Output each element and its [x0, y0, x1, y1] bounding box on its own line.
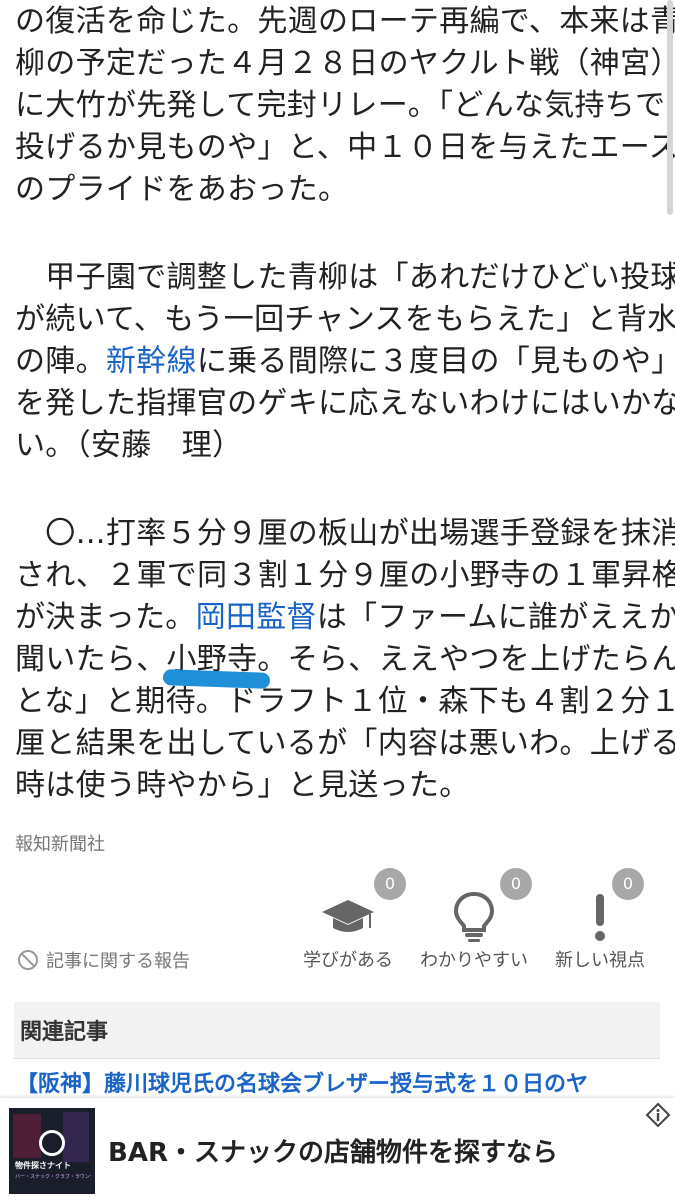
reaction-understand-button[interactable]: 0 わかりやすい	[414, 866, 534, 976]
ad-thumbnail: 物件探さナイト バー・スナック・クラブ・ラウンジ ナイト店舗物件お探しの方、必見…	[9, 1108, 95, 1194]
article-text: に乗る間際に３度目の「見ものや」	[196, 344, 675, 379]
reaction-count-badge: 0	[374, 868, 406, 900]
article-line: 聞いたら、小野寺。そら、ええやつを上げたらん	[15, 642, 675, 677]
article-text: が決まった。	[15, 600, 196, 635]
logo-icon	[39, 1130, 65, 1156]
article-line: の復活を命じた。先週のローテ再編で、本来は青	[15, 4, 675, 39]
article-line: 甲子園で調整した青柳は「あれだけひどい投球	[15, 260, 675, 295]
prohibited-icon	[18, 950, 38, 970]
ad-thumb-subtitle: バー・スナック・クラブ・ラウンジ ナイト店舗物件お探しの方、必見!	[15, 1174, 91, 1180]
reaction-count-badge: 0	[500, 868, 532, 900]
reaction-learn-button[interactable]: 0 学びがある	[288, 866, 408, 976]
article-line: を発した指揮官のゲキに応えないわけにはいかな	[15, 386, 675, 421]
reaction-label: わかりやすい	[420, 950, 528, 971]
article-line: が続いて、もう一回チャンスをもらえた」と背水	[15, 302, 675, 337]
article-line: 〇…打率５分９厘の板山が出場選手登録を抹消	[15, 516, 675, 551]
article-line: 時は使う時やから」と見送った。	[15, 768, 470, 803]
article-line: され、２軍で同３割１分９厘の小野寺の１軍昇格	[15, 558, 675, 593]
source-label: 報知新聞社	[15, 834, 105, 855]
article-text: の陣。	[15, 344, 106, 379]
article-line: とな」と期待。ドラフト１位・森下も４割２分１	[15, 684, 675, 719]
reaction-new-view-button[interactable]: 0 新しい視点	[540, 866, 660, 976]
article-line: 柳の予定だった４月２８日のヤクルト戦（神宮）	[15, 46, 675, 81]
link-okada-manager[interactable]: 岡田監督	[196, 600, 317, 635]
related-articles-title: 関連記事	[20, 1020, 109, 1045]
ad-title: BAR・スナックの店舗物件を探すなら	[108, 1138, 558, 1168]
article-text: は「ファームに誰がええか	[316, 600, 675, 635]
article-line: 厘と結果を出しているが「内容は悪いわ。上げる	[15, 726, 675, 761]
article-line: に大竹が先発して完封リレー。「どんな気持ちで	[15, 88, 666, 123]
reaction-label: 学びがある	[303, 950, 393, 971]
link-shinkansen[interactable]: 新幹線	[106, 344, 197, 379]
reaction-label: 新しい視点	[555, 950, 645, 971]
report-link[interactable]: 記事に関する報告	[16, 944, 190, 976]
reaction-count-badge: 0	[612, 868, 644, 900]
article-line: い。（安藤 理）	[15, 428, 243, 463]
ad-info-icon[interactable]	[645, 1102, 671, 1128]
report-label: 記事に関する報告	[46, 951, 190, 972]
article-line: のプライドをあおった。	[15, 172, 349, 207]
graduation-cap-icon	[322, 900, 374, 932]
related-articles-header: 関連記事	[14, 1002, 660, 1059]
article-line: 投げるか見ものや」と、中１０日を与えたエース	[15, 130, 675, 165]
ad-banner[interactable]: 物件探さナイト バー・スナック・クラブ・ラウンジ ナイト店舗物件お探しの方、必見…	[0, 1098, 675, 1200]
scrollbar[interactable]	[667, 0, 673, 215]
ad-thumb-title: 物件探さナイト	[15, 1161, 71, 1170]
related-article-link[interactable]: 【阪神】藤川球児氏の名球会ブレザー授与式を１０日のヤ	[16, 1066, 675, 1098]
article-line: の陣。新幹線に乗る間際に３度目の「見ものや」	[15, 340, 675, 384]
lightbulb-icon	[453, 891, 495, 942]
article-line: が決まった。岡田監督は「ファームに誰がええか	[15, 596, 675, 640]
